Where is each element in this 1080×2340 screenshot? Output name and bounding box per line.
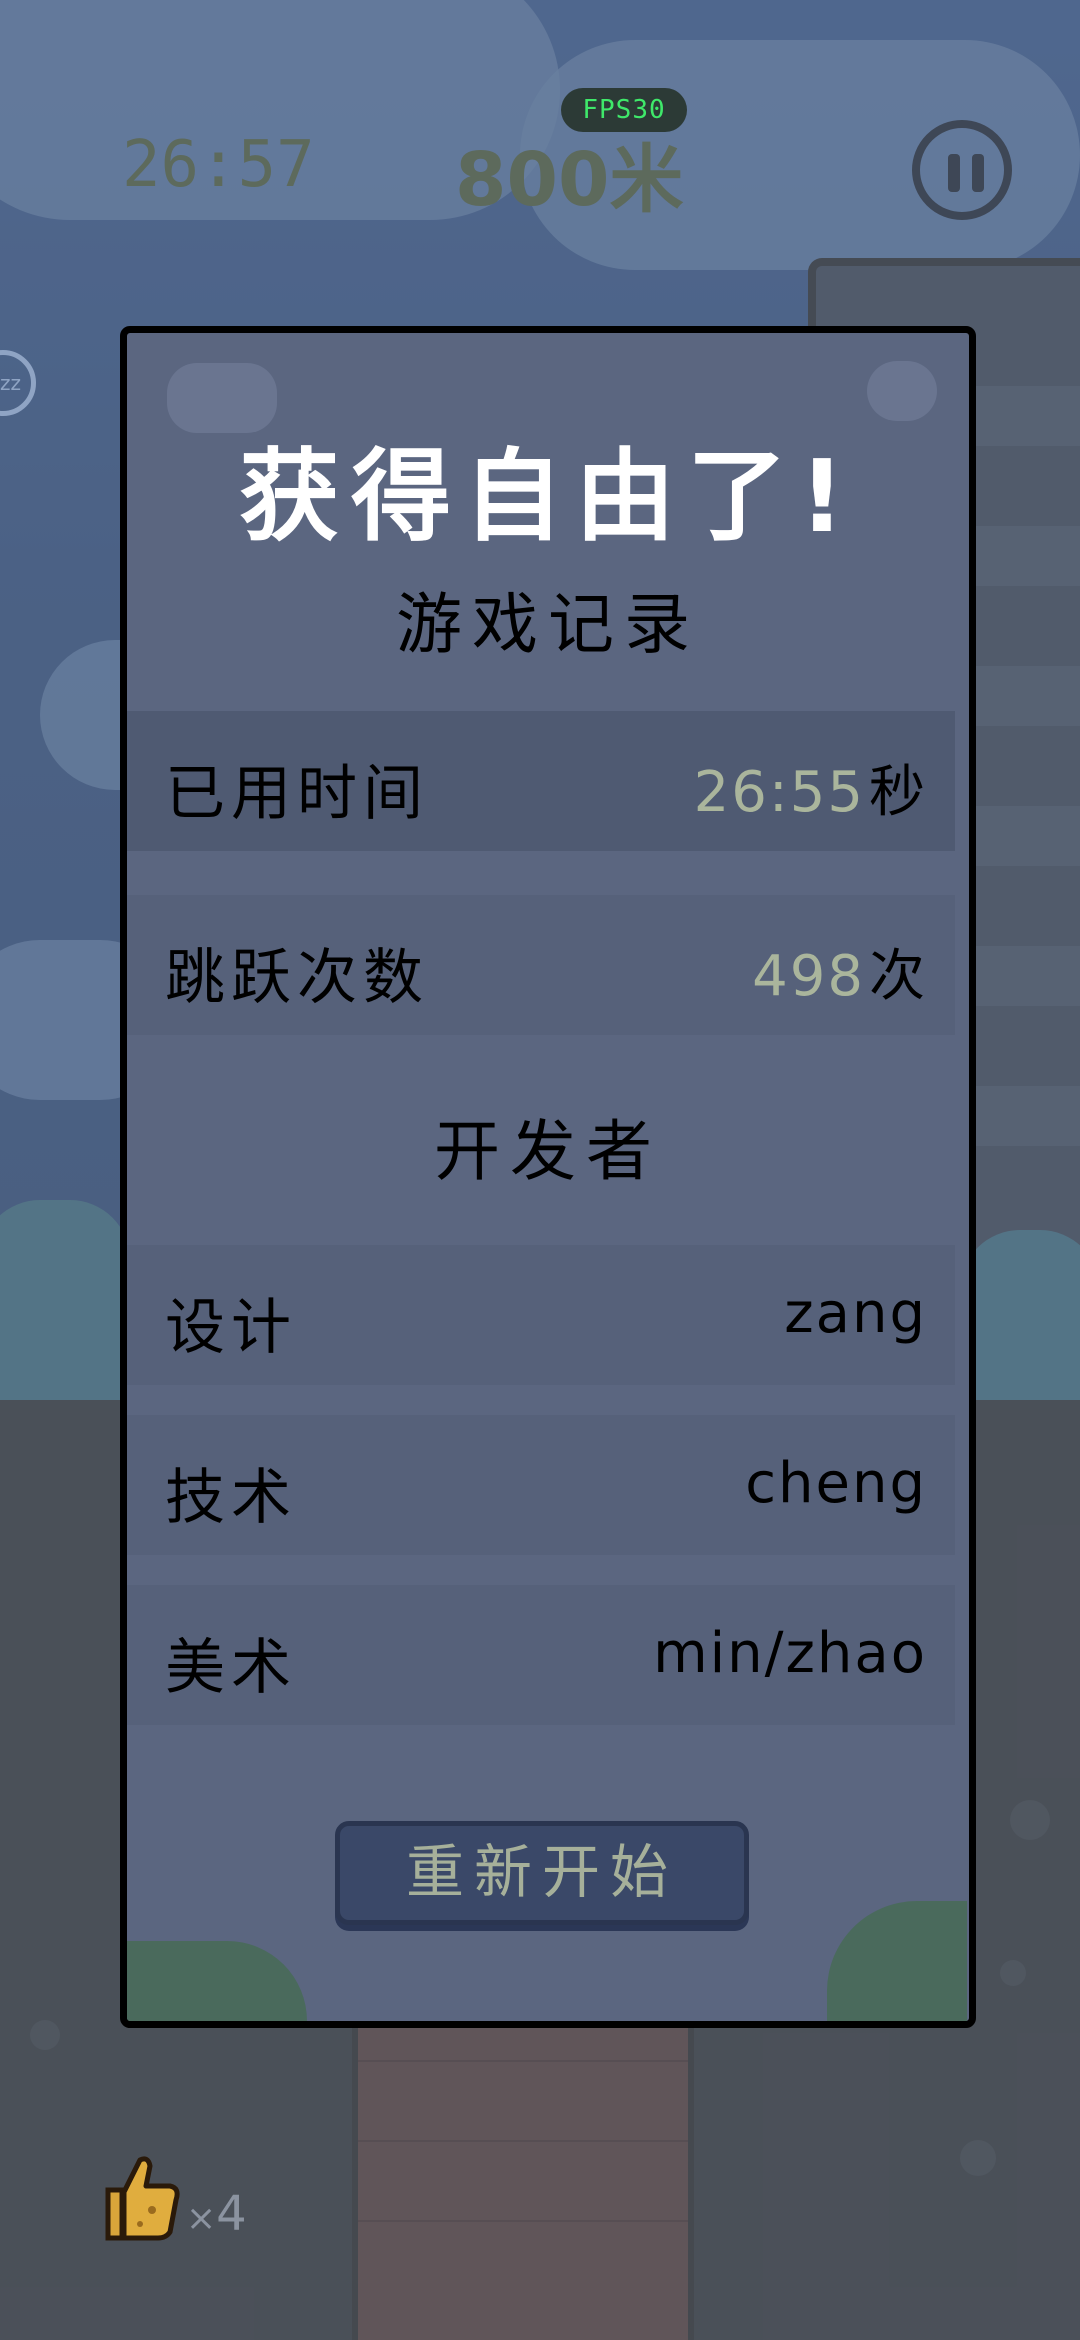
- developer-row-design: 设计 zang: [127, 1245, 955, 1385]
- developer-role: 设计: [165, 1293, 297, 1363]
- thumbs-up-icon: [105, 2156, 180, 2241]
- stat-row-jumps: 跳跃次数 498次: [127, 895, 955, 1035]
- developer-row-art: 美术 min/zhao: [127, 1585, 955, 1725]
- stat-label: 跳跃次数: [165, 943, 429, 1013]
- stat-row-time: 已用时间 26:55秒: [127, 711, 955, 851]
- grass-decoration: [827, 1901, 967, 2021]
- developer-row-tech: 技术 cheng: [127, 1415, 955, 1555]
- record-heading: 游戏记录: [396, 586, 700, 663]
- like-count: ×4: [186, 2186, 247, 2242]
- pause-icon[interactable]: [912, 120, 1012, 220]
- developer-role: 技术: [165, 1463, 297, 1533]
- stat-value: 26:55秒: [693, 760, 927, 825]
- distance-counter: 800米: [455, 137, 684, 223]
- stat-label: 已用时间: [165, 759, 429, 829]
- developers-heading: 开发者: [434, 1113, 662, 1190]
- game-over-dialog: 获得自由了! 游戏记录 已用时间 26:55秒 跳跃次数 498次 开发者 设计…: [120, 326, 976, 2028]
- developer-role: 美术: [165, 1633, 297, 1703]
- grass-decoration: [127, 1941, 307, 2021]
- stat-value: 498次: [752, 944, 927, 1009]
- developer-name: cheng: [745, 1451, 927, 1516]
- dialog-title: 获得自由了!: [239, 438, 857, 555]
- developer-name: min/zhao: [653, 1621, 927, 1686]
- developer-name: zang: [784, 1281, 927, 1346]
- restart-button[interactable]: 重新开始: [335, 1821, 749, 1925]
- elapsed-timer: 26:57: [122, 128, 315, 202]
